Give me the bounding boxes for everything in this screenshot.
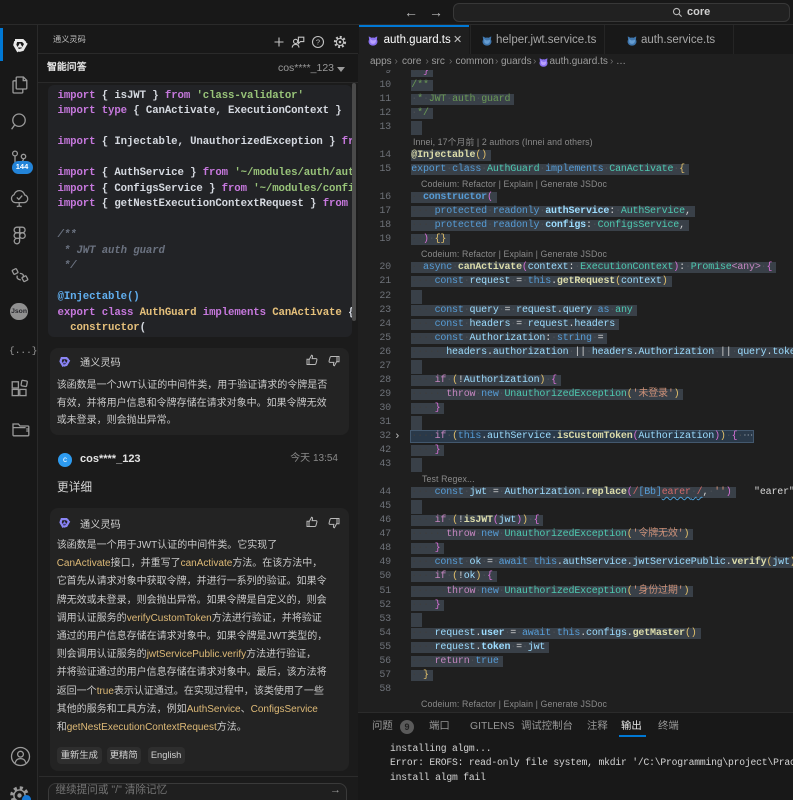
svg-text:?: ? <box>315 37 319 46</box>
